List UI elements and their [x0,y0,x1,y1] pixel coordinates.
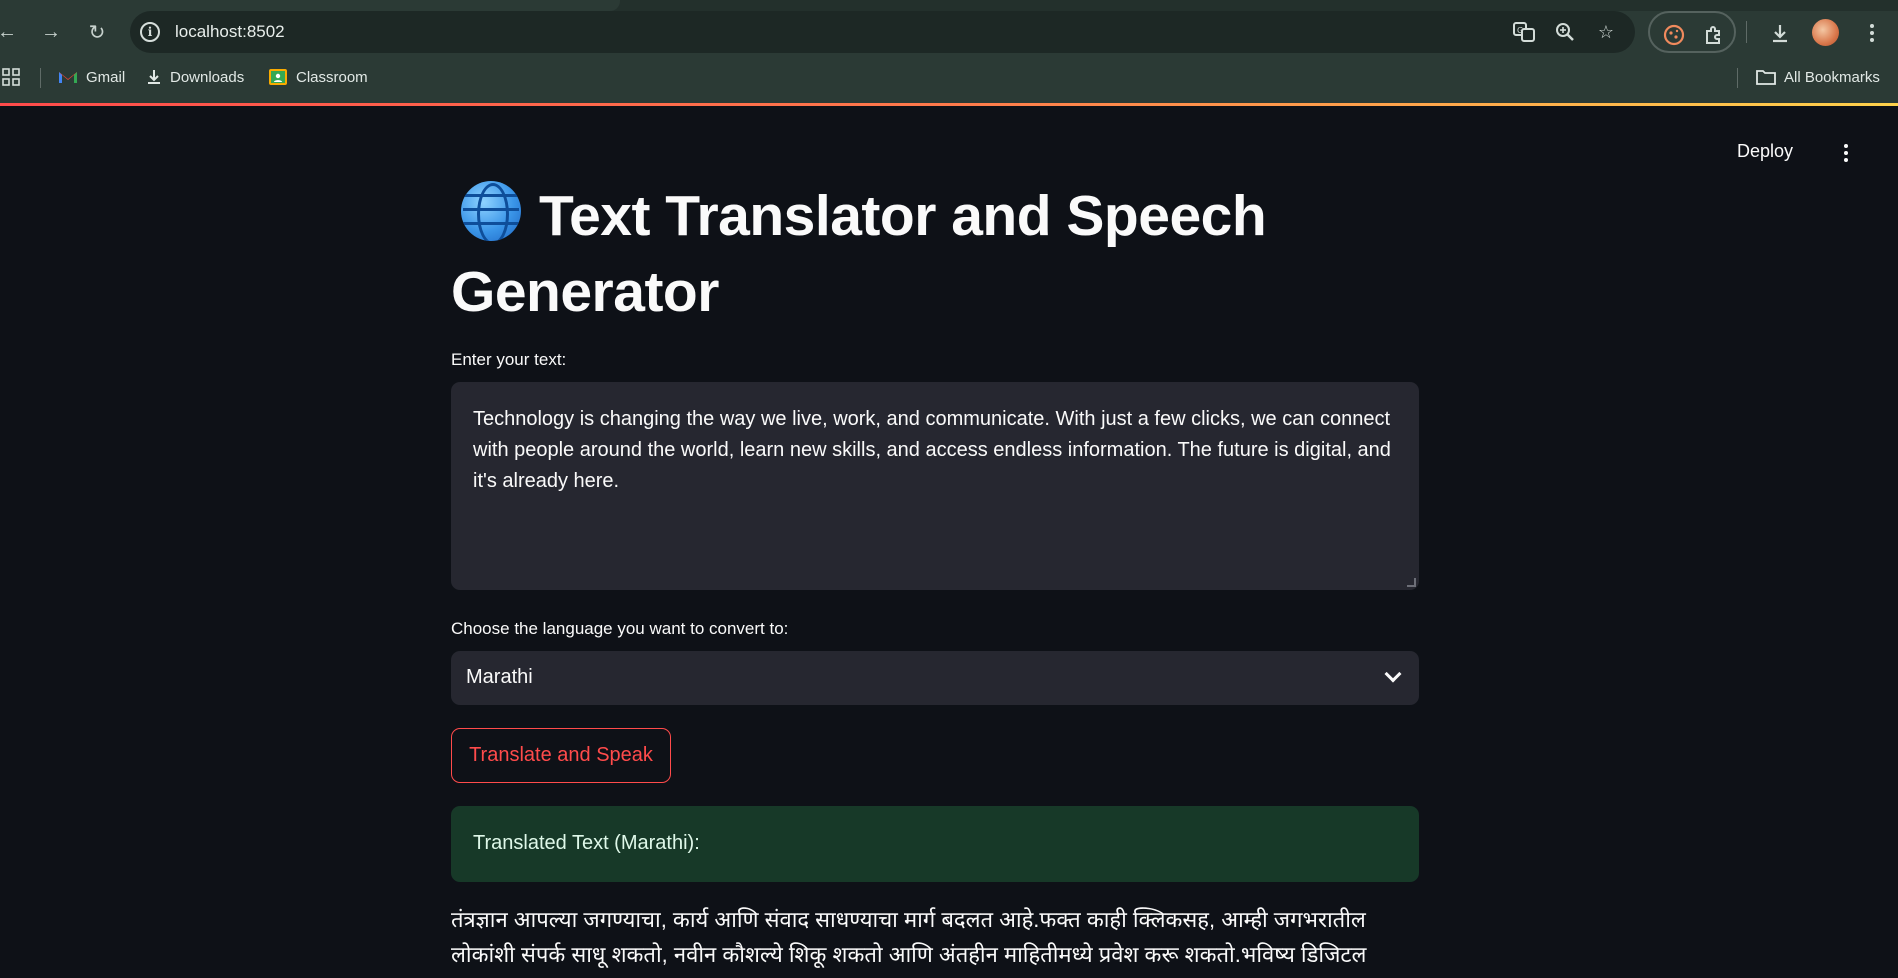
bookmark-label: Gmail [86,68,126,86]
all-bookmarks-label: All Bookmarks [1784,68,1880,86]
bookmark-label: Downloads [170,68,245,86]
site-info-icon[interactable]: i [140,22,160,42]
resize-handle[interactable] [1407,578,1416,587]
language-select-value[interactable]: Marathi [466,666,533,689]
bookmark-label: Classroom [296,68,368,86]
chrome-menu-icon[interactable] [1858,19,1886,47]
text-input-label: Enter your text: [451,350,567,369]
profile-avatar[interactable] [1812,19,1839,46]
url-text[interactable]: localhost:8502 [175,22,285,42]
language-select-label: Choose the language you want to convert … [451,619,789,638]
tab-strip [0,0,1898,11]
main-menu-icon[interactable] [1834,140,1858,166]
bookmarks-divider [1737,68,1738,88]
chevron-down-icon[interactable] [1384,665,1402,683]
bookmark-downloads[interactable]: Downloads [146,66,244,88]
classroom-icon [269,69,287,85]
folder-icon [1756,70,1776,85]
bookmark-classroom[interactable]: Classroom [268,66,368,88]
address-bar[interactable]: i localhost:8502 G ☆ [130,11,1635,53]
browser-chrome: ← → ↻ i localhost:8502 G ☆ Gmail Downloa… [0,0,1898,105]
success-alert: Translated Text (Marathi): [451,806,1419,882]
back-icon[interactable]: ← [0,17,22,47]
globe-icon [461,181,521,241]
navigation-bar: ← → ↻ i localhost:8502 G ☆ [0,11,1898,53]
app-container: Deploy Text Translator and Speech Genera… [0,106,1898,978]
toolbar-divider [1746,21,1747,43]
translate-and-speak-button[interactable]: Translate and Speak [451,728,671,783]
bookmarks-bar: Gmail Downloads Classroom All Bookmarks [0,60,1898,94]
text-input-area[interactable]: Technology is changing the way we live, … [451,382,1419,590]
bookmark-gmail[interactable]: Gmail [58,66,125,88]
success-alert-text: Translated Text (Marathi): [473,832,700,854]
bookmark-star-icon[interactable]: ☆ [1593,19,1619,45]
deploy-button[interactable]: Deploy [1737,141,1793,162]
language-select[interactable]: Marathi [451,651,1419,705]
text-input-value[interactable]: Technology is changing the way we live, … [473,408,1391,492]
svg-text:G: G [1517,26,1523,35]
download-icon[interactable] [1766,19,1794,47]
apps-grid-icon[interactable] [2,66,20,88]
page-title-text: Text Translator and Speech Generator [451,184,1267,324]
gmail-icon [59,72,77,83]
bookmarks-divider [40,68,41,88]
reload-icon[interactable]: ↻ [82,17,112,47]
extensions-group [1648,11,1736,53]
page-title: Text Translator and Speech Generator [451,178,1419,330]
cookie-extension-icon[interactable] [1660,21,1688,49]
zoom-icon[interactable] [1552,19,1578,45]
all-bookmarks[interactable]: All Bookmarks [1756,66,1880,88]
download-icon [148,70,160,84]
translate-page-icon[interactable]: G [1511,19,1537,45]
forward-icon[interactable]: → [36,17,66,47]
translated-text-output: तंत्रज्ञान आपल्या जगण्याचा, कार्य आणि सं… [451,907,1367,967]
extensions-puzzle-icon[interactable] [1700,21,1728,49]
active-tab-edge[interactable] [0,0,620,11]
